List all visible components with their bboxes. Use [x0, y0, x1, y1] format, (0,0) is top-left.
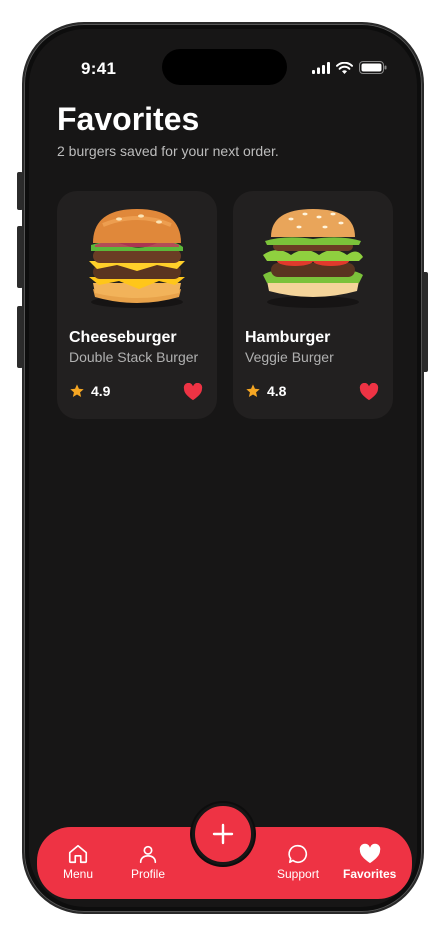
- star-icon: [246, 384, 260, 397]
- page-title: Favorites: [57, 101, 200, 137]
- tab-menu-label: Menu: [63, 867, 94, 881]
- add-button[interactable]: [192, 803, 254, 865]
- heart-icon[interactable]: [183, 383, 203, 401]
- rating-value: 4.8: [267, 383, 287, 399]
- signal-icon: [312, 61, 330, 74]
- tab-support-label: Support: [277, 867, 320, 881]
- tab-profile-label: Profile: [131, 867, 166, 881]
- rating: 4.8: [245, 383, 286, 399]
- rating-value: 4.9: [91, 383, 111, 399]
- user-icon: [139, 845, 157, 864]
- heart-icon: [359, 843, 380, 864]
- burger-description: Double Stack Burger: [69, 349, 199, 365]
- burger-name: Cheeseburger: [69, 329, 177, 346]
- phone-frame: 9:41 Favorites 2 burgers saved for your …: [22, 22, 424, 914]
- app-screen: 9:41 Favorites 2 burgers saved for your …: [29, 29, 417, 907]
- wifi-icon: [336, 61, 353, 74]
- battery-icon: [359, 61, 387, 74]
- page-subtitle: 2 burgers saved for your next order.: [57, 143, 279, 159]
- burger-name: Hamburger: [245, 329, 331, 346]
- tab-favorites-label: Favorites: [343, 867, 397, 881]
- burger-description: Veggie Burger: [245, 349, 334, 365]
- tab-profile[interactable]: Profile: [131, 843, 165, 881]
- tab-favorites[interactable]: Favorites: [343, 843, 396, 881]
- home-icon: [68, 844, 88, 864]
- favorite-card-cheeseburger[interactable]: Cheeseburger Double Stack Burger 4.9: [57, 191, 217, 419]
- dynamic-island: [162, 49, 287, 85]
- tab-menu[interactable]: Menu: [63, 843, 93, 881]
- star-icon: [70, 384, 84, 397]
- plus-icon: [212, 823, 234, 845]
- status-time: 9:41: [81, 59, 117, 78]
- chat-bubble-icon: [288, 844, 308, 864]
- favorite-card-hamburger[interactable]: Hamburger Veggie Burger 4.8: [233, 191, 393, 419]
- tab-support[interactable]: Support: [277, 843, 319, 881]
- rating: 4.9: [69, 383, 110, 399]
- status-icons: [312, 61, 387, 74]
- cheeseburger-image: [89, 209, 185, 308]
- heart-icon[interactable]: [359, 383, 379, 401]
- hamburger-image: [263, 209, 363, 308]
